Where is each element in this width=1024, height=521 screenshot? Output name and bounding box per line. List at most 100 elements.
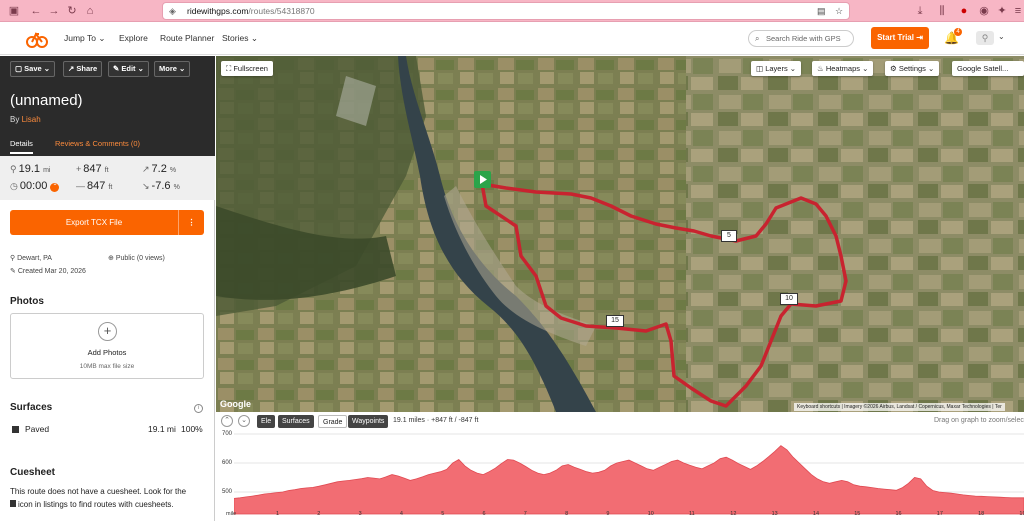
globe-icon: ⊕ [108, 255, 114, 262]
extensions-puzzle-icon[interactable]: ✦ [994, 3, 1010, 19]
y-tick-500: 500 [222, 489, 233, 495]
address-bar[interactable]: ◈ ridewithgps.com/routes/54318870 ▤ ☆ [162, 2, 850, 20]
avatar[interactable]: ⚲ [976, 31, 994, 45]
reader-icon[interactable]: ▤ [817, 3, 826, 19]
x-tick-16: 16 [895, 511, 902, 517]
elevation-chart[interactable] [234, 430, 1024, 520]
bookmark-star-icon[interactable]: ☆ [835, 3, 843, 19]
info-icon[interactable]: i [194, 404, 203, 413]
heatmaps-button[interactable]: ♨ Heatmaps ⌄ [812, 61, 874, 76]
clock-icon: ◷ [10, 181, 18, 191]
surface-name: Paved [25, 424, 50, 434]
share-button[interactable]: ↗ Share [63, 61, 103, 77]
max-file-size: 10MB max file size [79, 363, 135, 370]
browser-toolbar: ▣ ← → ↻ ⌂ ◈ ridewithgps.com/routes/54318… [0, 0, 1024, 22]
x-tick-8: 8 [565, 511, 569, 517]
route-author: By Lisah [10, 115, 41, 124]
settings-button[interactable]: ⚙ Settings ⌄ [885, 61, 940, 76]
x-tick-11: 11 [689, 511, 695, 517]
fullscreen-button[interactable]: ⛶ Fullscreen [221, 61, 273, 76]
google-logo: Google [220, 399, 251, 409]
tab-reviews[interactable]: Reviews & Comments (0) [55, 139, 140, 148]
satellite-imagery [216, 56, 1024, 412]
author-link[interactable]: Lisah [22, 115, 41, 124]
home-icon[interactable]: ⌂ [82, 3, 98, 19]
search-input[interactable]: ⌕ Search Ride with GPS [748, 30, 854, 47]
x-tick-13: 13 [771, 511, 778, 517]
extension-icon[interactable]: ● [956, 3, 972, 19]
distance-icon: ⚲ [10, 164, 17, 174]
nav-stories[interactable]: Stories ⌄ [222, 33, 258, 44]
surfaces-toggle[interactable]: Surfaces [278, 415, 314, 428]
export-tcx-button[interactable]: Export TCX File ⋮ [10, 210, 204, 235]
surface-distance: 19.1 mi [148, 424, 176, 434]
x-tick-9: 9 [606, 511, 610, 517]
menu-icon[interactable]: ≡ [1010, 3, 1024, 19]
x-tick-17: 17 [936, 511, 943, 517]
expand-down-icon[interactable]: ⌄ [238, 415, 250, 427]
reload-icon[interactable]: ↻ [64, 3, 80, 19]
ridewithgps-logo-icon[interactable] [26, 29, 48, 49]
route-stats: ⚲ 19.1 mi +847 ft ↗ 7.2 % ◷ 00:00 ⌃ —847 ft… [0, 156, 215, 200]
route-name: (unnamed) [10, 92, 83, 109]
x-tick-1: 1 [276, 511, 280, 517]
collapse-up-icon[interactable]: ⌃ [221, 415, 233, 427]
more-button[interactable]: More ⌄ [154, 61, 191, 77]
browser-tabs-icon[interactable]: ▣ [6, 3, 22, 19]
pin-icon: ⚲ [10, 255, 16, 262]
edit-button[interactable]: ✎ Edit ⌄ [108, 61, 149, 77]
x-tick-10: 10 [647, 511, 654, 517]
mile-marker-15: 15 [606, 315, 624, 327]
nav-route-planner[interactable]: Route Planner [160, 33, 214, 43]
forward-icon[interactable]: → [46, 3, 62, 19]
route-header: ▢ Save ⌄ ↗ Share ✎ Edit ⌄ More ⌄ (unname… [0, 56, 215, 156]
y-tick-700: 700 [222, 431, 233, 437]
nav-jump-to[interactable]: Jump To ⌄ [64, 33, 105, 44]
save-button[interactable]: ▢ Save ⌄ [10, 61, 56, 77]
plus-icon[interactable]: + [98, 322, 117, 341]
minus-icon: — [76, 181, 85, 191]
map-attribution: Keyboard shortcuts | Imagery ©2026 Airbu… [794, 403, 1005, 411]
route-map[interactable]: 5 10 15 ⛶ Fullscreen ◫ Layers ⌄ ♨ Heatma… [216, 56, 1024, 412]
zoom-hint: Drag on graph to zoom/selec [934, 417, 1024, 424]
layers-icon: ◫ [756, 64, 764, 73]
stat-elevation-loss: —847 ft [76, 180, 113, 192]
nav-explore[interactable]: Explore [119, 33, 148, 43]
grade-toggle[interactable]: Grade [318, 415, 348, 428]
route-location: ⚲ Dewart, PA [10, 255, 52, 262]
export-more-icon[interactable]: ⋮ [178, 210, 204, 235]
map-type-select[interactable]: Google Satell... [952, 61, 1024, 76]
waypoints-toggle[interactable]: Waypoints [348, 415, 389, 428]
cuesheet-heading: Cuesheet [10, 467, 56, 478]
gear-icon: ⚙ [890, 64, 897, 73]
mile-marker-5: 5 [721, 230, 737, 242]
add-photos-dropzone[interactable]: + Add Photos 10MB max file size [10, 313, 204, 379]
expand-icon: ⛶ [226, 64, 232, 73]
add-photos-label: Add Photos [87, 348, 127, 357]
library-icon[interactable]: ⫼ [934, 3, 950, 19]
x-tick-7: 7 [523, 511, 527, 517]
x-tick-2: 2 [317, 511, 321, 517]
tab-details[interactable]: Details [10, 139, 33, 154]
back-icon[interactable]: ← [28, 3, 44, 19]
arrow-up-right-icon: ↗ [142, 164, 150, 174]
shield-icon: ◈ [169, 6, 176, 16]
mile-marker-10: 10 [780, 293, 798, 305]
downloads-icon[interactable]: ⤓ [912, 3, 928, 19]
cuesheet-text: This route does not have a cuesheet. Loo… [10, 487, 187, 509]
stat-elevation-gain: +847 ft [76, 163, 109, 175]
layers-button[interactable]: ◫ Layers ⌄ [751, 61, 802, 76]
surface-percent: 100% [181, 424, 203, 434]
url-host: ridewithgps.com [187, 6, 249, 16]
chevron-down-icon[interactable]: ⌄ [998, 32, 1005, 41]
ele-toggle[interactable]: Ele [257, 415, 276, 428]
account-icon[interactable]: ◉ [976, 3, 992, 19]
stat-grade-down: ↘ -7.6 % [142, 180, 180, 192]
paved-swatch [12, 426, 19, 433]
x-tick-5: 5 [441, 511, 445, 517]
route-created: ✎ Created Mar 20, 2026 [10, 268, 86, 275]
x-tick-4: 4 [399, 511, 403, 517]
time-chevron-icon[interactable]: ⌃ [50, 183, 60, 192]
top-navigation: Jump To ⌄ Explore Route Planner Stories … [0, 23, 1024, 55]
start-trial-button[interactable]: Start Trial ⇥ [871, 27, 929, 49]
